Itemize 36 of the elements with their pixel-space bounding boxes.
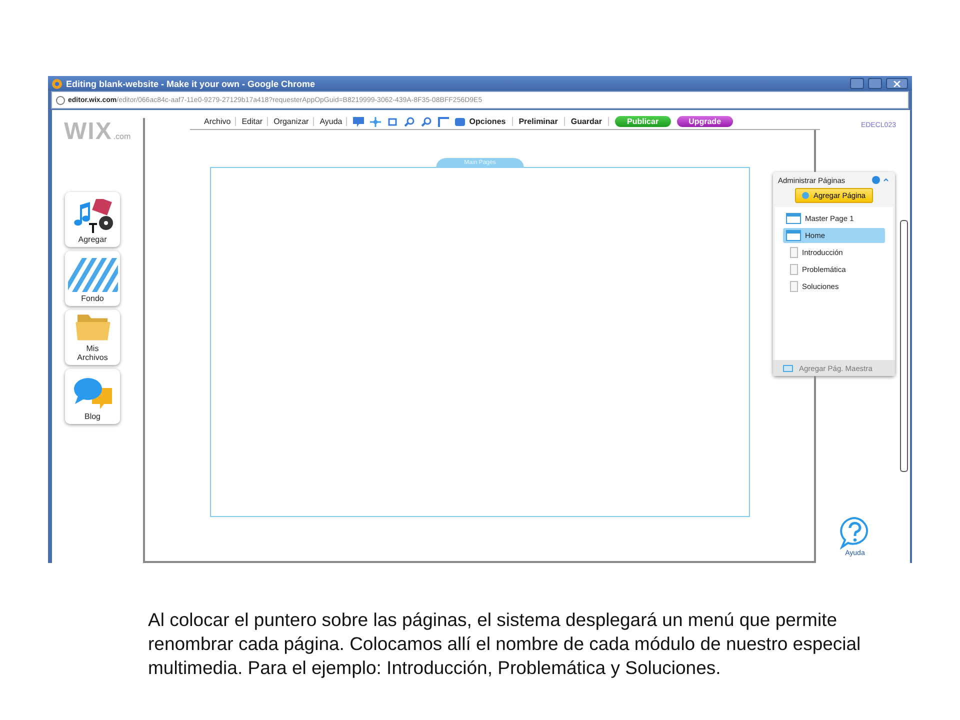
- window-title: Editing blank-website - Make it your own - Google Chrome: [66, 78, 316, 89]
- page-icon: [790, 264, 798, 275]
- tool-tile[interactable]: Blog: [65, 369, 120, 424]
- page-layout-icon: [786, 213, 801, 224]
- tool-tile[interactable]: Mis Archivos: [65, 310, 120, 365]
- ruler-icon[interactable]: [438, 116, 450, 126]
- zoom-out-icon[interactable]: [421, 116, 432, 126]
- page-icon: [790, 247, 798, 258]
- save-button[interactable]: Guardar: [570, 117, 609, 126]
- page-icon: [790, 281, 798, 292]
- caption-text: Al colocar el puntero sobre las páginas, el sistema desplegará un menú que permite renombrar cada página. Colocamos allí el nombre de cada módulo de nuestro especial multimedia. Para el ejemplo: Introducción, Problemática y Soluciones.: [148, 608, 862, 680]
- preview-button[interactable]: Preliminar: [518, 117, 565, 126]
- tool-tile[interactable]: Fondo: [65, 251, 120, 306]
- page-layout-icon: [786, 230, 801, 241]
- maximize-button[interactable]: [868, 78, 882, 90]
- close-icon: [893, 80, 901, 87]
- tool-tile[interactable]: Agregar: [65, 192, 120, 247]
- zoom-in-icon[interactable]: [404, 116, 416, 126]
- logo-suffix: .com: [113, 132, 131, 141]
- comment-icon[interactable]: [353, 116, 364, 126]
- upgrade-button[interactable]: Upgrade: [676, 116, 734, 127]
- close-button[interactable]: [886, 78, 908, 90]
- chat-bubbles-icon: [72, 376, 114, 410]
- menu-item[interactable]: Editar: [242, 117, 268, 126]
- move-icon[interactable]: [370, 116, 382, 126]
- minimize-button[interactable]: [850, 78, 864, 90]
- browser-logo-icon: [52, 78, 62, 89]
- options-button[interactable]: Opciones: [455, 117, 513, 126]
- stripes-icon: [68, 258, 118, 292]
- page-layout-icon: [783, 364, 793, 372]
- menu-item[interactable]: Organizar: [274, 117, 314, 126]
- scrollbar[interactable]: [900, 220, 908, 472]
- menu-item[interactable]: Ayuda: [320, 117, 348, 126]
- globe-icon: [56, 96, 65, 105]
- menu-item[interactable]: Archivo: [204, 117, 236, 126]
- logo-text: WIX: [64, 118, 112, 146]
